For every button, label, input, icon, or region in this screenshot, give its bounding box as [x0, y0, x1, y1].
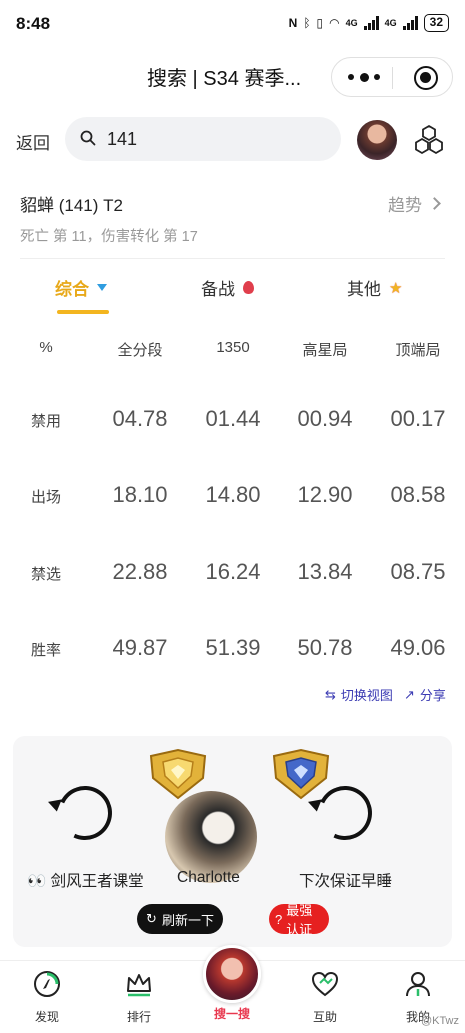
table-header: 全分段: [117, 342, 163, 359]
hero-ranking-subtitle: 死亡 第 11，伤害转化 第 17: [20, 229, 198, 245]
vibrate-icon: ▯: [316, 16, 324, 30]
title-bar: 搜索 | S34 赛季...: [0, 50, 465, 104]
switch-view-button[interactable]: ⇆ 切换视图: [325, 685, 393, 704]
nav-label: 排行: [126, 1010, 151, 1024]
recommend-item-name: 👀 剑风王者课堂: [27, 873, 144, 890]
tab-other[interactable]: 其他 ★: [347, 275, 402, 300]
table-cell: 04.78: [112, 406, 168, 431]
close-miniprogram-icon[interactable]: [414, 66, 438, 90]
search-icon: [80, 130, 96, 146]
table-cell: 00.94: [297, 406, 353, 431]
back-button[interactable]: 返回: [16, 129, 50, 154]
question-circle-icon: ?: [275, 911, 283, 927]
table-cell: 51.39: [205, 635, 261, 660]
table-cell: 08.58: [390, 482, 446, 507]
divider: [20, 258, 445, 259]
table-header: 1350: [216, 339, 250, 356]
share-label: 分享: [419, 688, 446, 703]
wifi-icon: ◠: [329, 16, 340, 30]
refresh-small-icon: ↻: [146, 911, 157, 926]
recommend-card: 👀 剑风王者课堂 Charlotte 下次保证早睡 ↻ 刷新一下 ? 最强认证: [13, 736, 452, 947]
trend-label: 趋势: [388, 196, 422, 215]
status-bar: 8:48 N ᛒ ▯ ◠ 4G 4G 32: [0, 0, 465, 50]
nav-item-discover[interactable]: 发现: [12, 969, 82, 1025]
status-icons: N ᛒ ▯ ◠ 4G 4G 32: [289, 14, 449, 32]
recommend-item-name: 下次保证早睡: [299, 873, 393, 890]
network-b-label: 4G: [384, 18, 397, 28]
table-header: 高星局: [302, 342, 348, 359]
signal-b-icon: [402, 16, 418, 30]
tab-label: 综合: [55, 280, 89, 299]
compass-icon: [34, 971, 60, 997]
star-icon: ★: [389, 279, 403, 297]
table-header: %: [39, 339, 53, 356]
page-title: 搜索 | S34 赛季...: [147, 68, 302, 90]
table-cell: 14.80: [205, 482, 261, 507]
user-icon: [406, 972, 430, 997]
status-time: 8:48: [16, 14, 51, 33]
search-hero-avatar[interactable]: [203, 945, 261, 1003]
nav-label: 搜一搜: [213, 1007, 250, 1021]
row-label-pick: 出场: [30, 489, 61, 506]
network-a-label: 4G: [345, 18, 358, 28]
table-cell: 18.10: [112, 482, 168, 507]
signal-a-icon: [363, 16, 379, 30]
table-cell: 08.75: [390, 559, 446, 584]
nfc-icon: N: [288, 16, 298, 30]
gold-rank-badge-icon: [149, 748, 207, 800]
table-header: 顶端局: [395, 342, 441, 359]
more-options-icon[interactable]: [348, 69, 380, 85]
table-cell: 13.84: [297, 559, 353, 584]
share-icon: ↗: [404, 686, 415, 702]
bottom-nav: 发现 排行 搜一搜 互助 我的: [0, 945, 465, 1033]
battery-indicator: 32: [423, 14, 449, 32]
table-cell: 12.90: [297, 482, 353, 507]
crown-icon: [127, 974, 151, 997]
hero-avatar[interactable]: [357, 120, 397, 160]
refresh-icon: [50, 778, 120, 848]
tab-label: 备战: [201, 280, 235, 299]
table-cell: 50.78: [297, 635, 353, 660]
tab-prepare[interactable]: 备战: [201, 275, 254, 300]
switch-view-label: 切换视图: [340, 688, 393, 703]
share-button[interactable]: ↗ 分享: [404, 685, 446, 704]
row-label-ban: 禁用: [30, 413, 61, 430]
nav-item-search[interactable]: 搜一搜: [197, 1005, 267, 1022]
nav-item-rank[interactable]: 排行: [104, 969, 174, 1025]
row-label-ban-pick: 禁选: [30, 566, 61, 583]
table-cell: 22.88: [112, 559, 168, 584]
capsule-divider: [392, 67, 393, 89]
trend-link[interactable]: 趋势: [388, 191, 441, 216]
flame-icon: [243, 281, 254, 294]
refresh-label: 刷新一下: [161, 912, 214, 928]
heart-icon: [311, 971, 339, 997]
hexagon-menu-icon[interactable]: [412, 124, 446, 158]
switch-arrows-icon: ⇆: [325, 686, 336, 702]
tab-active-indicator: [57, 310, 109, 314]
main-content: 返回 貂蝉 (141) T2 趋势 死亡 第 11，伤害转化 第 17 综合 备…: [0, 104, 465, 960]
table-cell: 01.44: [205, 406, 261, 431]
table-cell: 49.06: [390, 635, 446, 660]
refresh-button[interactable]: ↻ 刷新一下: [137, 904, 223, 934]
nav-label: 互助: [312, 1010, 337, 1024]
search-input[interactable]: [107, 127, 327, 151]
table-cell: 00.17: [390, 406, 446, 431]
watermark: @KTwz: [420, 1015, 459, 1027]
certify-label: 最强认证: [286, 903, 313, 937]
search-bar[interactable]: [65, 117, 341, 161]
recommend-item-name: Charlotte: [177, 869, 240, 886]
bluetooth-icon: ᛒ: [303, 16, 311, 30]
tab-overview[interactable]: 综合: [55, 275, 107, 300]
table-cell: 16.24: [205, 559, 261, 584]
miniprogram-capsule: [331, 57, 453, 97]
nav-label: 发现: [34, 1010, 59, 1024]
triangle-down-icon: [97, 284, 107, 291]
tab-label: 其他: [347, 280, 381, 299]
table-cell: 49.87: [112, 635, 168, 660]
row-label-winrate: 胜率: [30, 642, 61, 659]
nav-item-help[interactable]: 互助: [290, 969, 360, 1025]
hero-title: 貂蝉 (141) T2: [20, 196, 123, 215]
chevron-right-icon: [428, 197, 441, 210]
certify-button[interactable]: ? 最强认证: [269, 903, 329, 937]
